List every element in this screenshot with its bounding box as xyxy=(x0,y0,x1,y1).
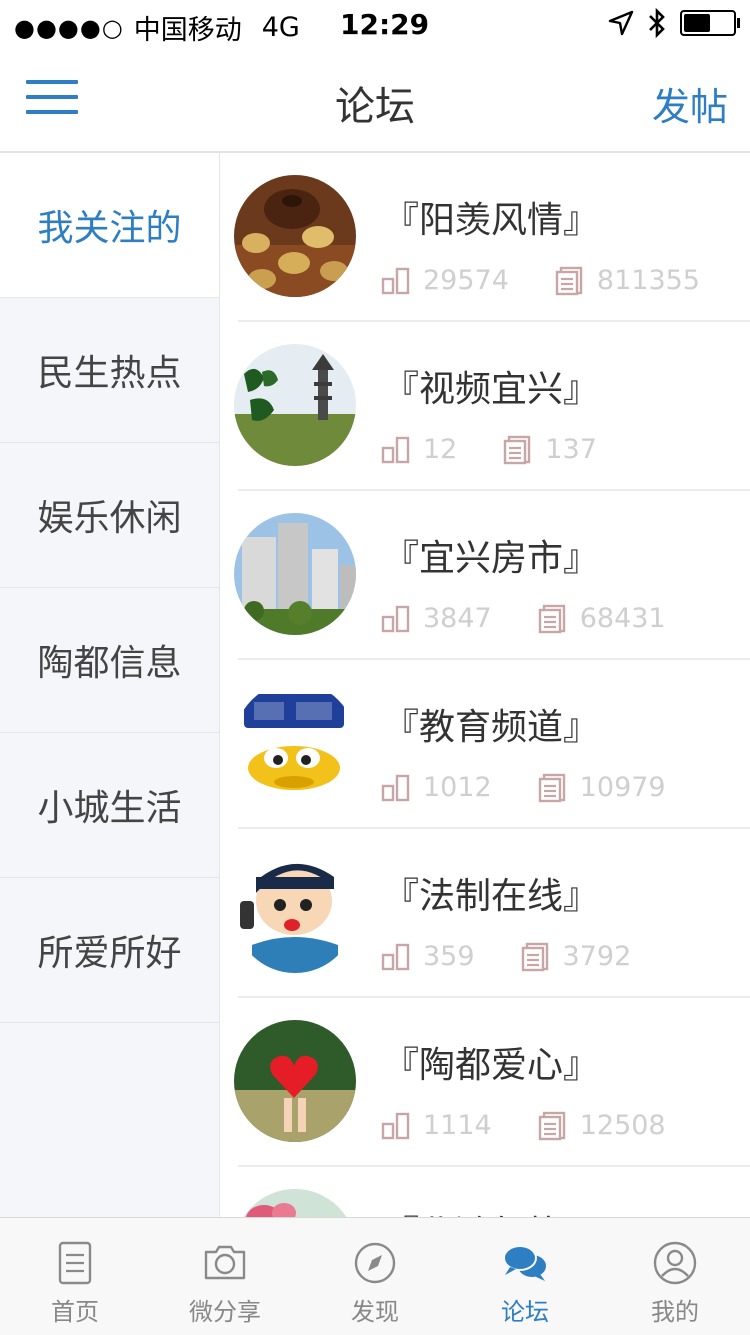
forum-post-count: 137 xyxy=(545,434,597,465)
tab-discover[interactable]: 发现 xyxy=(300,1218,450,1335)
forum-post-count: 68431 xyxy=(579,603,666,634)
status-bar: ●●●●○ 中国移动 4G 12:29 xyxy=(0,0,750,50)
document-icon xyxy=(504,435,531,464)
forum-stats: 1012 10979 xyxy=(381,772,712,803)
forum-avatar-video xyxy=(234,344,356,466)
forum-topic-count: 12 xyxy=(423,434,458,465)
sidebar-item-entertainment[interactable]: 娱乐休闲 xyxy=(0,443,219,588)
forum-name: 『宜兴房市』 xyxy=(383,538,600,579)
tab-micro-share[interactable]: 微分享 xyxy=(150,1218,300,1335)
tab-bar: 首页 微分享 发现 论坛 我的 xyxy=(0,1217,750,1335)
document-icon xyxy=(538,604,565,633)
page-title: 论坛 xyxy=(335,84,415,130)
tab-label: 微分享 xyxy=(189,1298,261,1326)
sidebar-item-livelihood[interactable]: 民生热点 xyxy=(0,298,219,443)
forum-stats: 12 137 xyxy=(381,434,643,465)
bar-chart-icon xyxy=(381,943,410,970)
forum-row[interactable]: 『宜兴房市』 3847 68431 xyxy=(220,491,750,660)
category-sidebar: 我关注的 民生热点 娱乐休闲 陶都信息 小城生活 所爱所好 xyxy=(0,153,220,1217)
document-icon xyxy=(538,1111,565,1140)
forum-post-count: 12508 xyxy=(579,1110,666,1141)
document-icon xyxy=(521,942,548,971)
bar-chart-icon xyxy=(381,1112,410,1139)
forum-row[interactable]: 『阳羡风情』 29574 811355 xyxy=(220,153,750,322)
forum-row[interactable]: 『法制在线』 359 3792 xyxy=(220,829,750,998)
forum-avatar-law xyxy=(234,851,356,973)
forum-stats: 3847 68431 xyxy=(381,603,712,634)
forum-stats: 29574 811355 xyxy=(381,265,746,296)
compass-icon xyxy=(354,1242,396,1284)
tab-home[interactable]: 首页 xyxy=(0,1218,150,1335)
chat-bubble-icon xyxy=(503,1245,546,1281)
forum-post-count: 811355 xyxy=(596,265,700,296)
nav-bar: 论坛 发帖 xyxy=(0,50,750,153)
bar-chart-icon xyxy=(381,774,410,801)
forum-avatar-education xyxy=(234,682,356,804)
forum-name: 『阳羡风情』 xyxy=(383,200,600,241)
forum-avatar-charity xyxy=(234,1020,356,1142)
sidebar-item-town-life[interactable]: 小城生活 xyxy=(0,733,219,878)
forum-name: 『教育频道』 xyxy=(383,707,600,748)
forum-post-count: 10979 xyxy=(579,772,666,803)
forum-name: 『北滩氛栈』 xyxy=(383,1205,599,1217)
network-type: 4G xyxy=(261,12,300,43)
forum-topic-count: 29574 xyxy=(423,265,509,296)
tab-label: 首页 xyxy=(51,1298,99,1326)
forum-post-count: 3792 xyxy=(562,941,632,972)
bar-chart-icon xyxy=(381,436,410,463)
document-icon xyxy=(538,773,565,802)
forum-avatar-flower xyxy=(234,1189,356,1217)
tab-mine[interactable]: 我的 xyxy=(600,1218,750,1335)
sidebar-item-hobbies[interactable]: 所爱所好 xyxy=(0,878,219,1023)
forum-topic-count: 359 xyxy=(423,941,475,972)
signal-strength: ●●●●○ xyxy=(14,13,124,42)
battery-icon xyxy=(680,10,740,36)
forum-avatar-housing xyxy=(234,513,356,635)
bar-chart-icon xyxy=(381,267,410,294)
bluetooth-icon xyxy=(649,8,665,38)
sidebar-item-following[interactable]: 我关注的 xyxy=(0,153,219,298)
forum-name: 『法制在线』 xyxy=(383,876,600,917)
forum-topic-count: 1012 xyxy=(423,772,492,803)
sidebar-item-taodu-info[interactable]: 陶都信息 xyxy=(0,588,219,733)
document-icon xyxy=(555,266,583,295)
forum-row[interactable]: 『视频宜兴』 12 137 xyxy=(220,322,750,491)
forum-name: 『视频宜兴』 xyxy=(383,369,600,410)
forum-avatar-tea xyxy=(234,175,356,297)
forum-topic-count: 1114 xyxy=(423,1110,492,1141)
post-button[interactable]: 发帖 xyxy=(652,76,728,131)
forum-stats: 359 3792 xyxy=(381,941,677,972)
camera-icon xyxy=(204,1245,246,1280)
forum-topic-count: 3847 xyxy=(423,603,492,634)
tab-label: 我的 xyxy=(651,1298,699,1326)
document-icon xyxy=(58,1241,92,1285)
tab-forum[interactable]: 论坛 xyxy=(450,1218,600,1335)
forum-row[interactable]: 『教育频道』 1012 10979 xyxy=(220,660,750,829)
bar-chart-icon xyxy=(381,605,410,632)
forum-stats: 1114 12508 xyxy=(381,1110,712,1141)
forum-row[interactable]: 『北滩氛栈』 xyxy=(220,1167,750,1217)
forum-row[interactable]: 『陶都爱心』 1114 12508 xyxy=(220,998,750,1167)
user-icon xyxy=(653,1241,697,1285)
tab-label: 论坛 xyxy=(501,1298,549,1326)
carrier-name: 中国移动 xyxy=(133,15,242,46)
location-arrow-icon xyxy=(608,10,634,36)
forum-list: 『阳羡风情』 29574 811355 『视频宜兴』 12 137 『宜兴房市』… xyxy=(220,153,750,1217)
forum-name: 『陶都爱心』 xyxy=(383,1045,600,1086)
tab-label: 发现 xyxy=(351,1298,399,1326)
clock: 12:29 xyxy=(340,8,430,41)
